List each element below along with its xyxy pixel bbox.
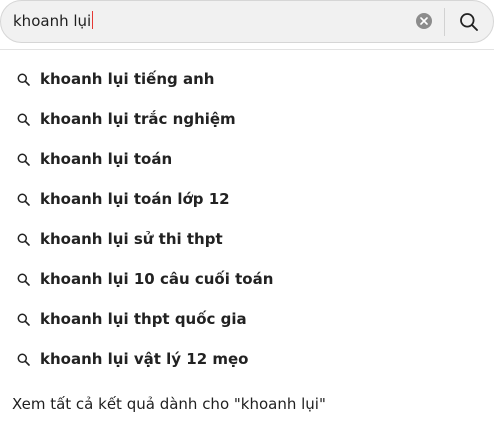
search-icon	[16, 192, 30, 206]
suggestion-item[interactable]: khoanh lụi toán lớp 12	[0, 179, 494, 219]
search-icon	[460, 13, 478, 31]
suggestion-item[interactable]: khoanh lụi sử thi thpt	[0, 219, 494, 259]
see-all-results-link[interactable]: Xem tất cả kết quả dành cho "khoanh lụi"	[12, 395, 326, 413]
search-input[interactable]: khoanh lụi	[13, 10, 94, 32]
suggestion-label: khoanh lụi thpt quốc gia	[40, 310, 247, 328]
suggestion-label: khoanh lụi trắc nghiệm	[40, 110, 236, 128]
search-icon	[16, 232, 30, 246]
suggestion-item[interactable]: khoanh lụi toán	[0, 139, 494, 179]
search-divider	[444, 8, 445, 36]
suggestion-item[interactable]: khoanh lụi trắc nghiệm	[0, 99, 494, 139]
search-icon	[16, 272, 30, 286]
suggestion-label: khoanh lụi toán	[40, 150, 173, 168]
search-bar: khoanh lụi	[0, 0, 494, 43]
dropdown-top-divider	[0, 49, 494, 50]
search-query-text: khoanh lụi	[13, 12, 92, 30]
suggestion-label: khoanh lụi sử thi thpt	[40, 230, 223, 248]
text-caret	[92, 11, 94, 29]
suggestion-list: khoanh lụi tiếng anh khoanh lụi trắc ngh…	[0, 59, 494, 379]
suggestion-label: khoanh lụi 10 câu cuối toán	[40, 270, 274, 288]
clear-button[interactable]	[416, 13, 432, 29]
suggestion-label: khoanh lụi toán lớp 12	[40, 190, 230, 208]
suggestion-item[interactable]: khoanh lụi thpt quốc gia	[0, 299, 494, 339]
search-icon	[16, 352, 30, 366]
search-icon	[16, 112, 30, 126]
suggestion-label: khoanh lụi vật lý 12 mẹo	[40, 350, 249, 368]
search-icon	[16, 312, 30, 326]
suggestion-item[interactable]: khoanh lụi vật lý 12 mẹo	[0, 339, 494, 379]
search-icon	[16, 152, 30, 166]
suggestion-item[interactable]: khoanh lụi tiếng anh	[0, 59, 494, 99]
suggestion-label: khoanh lụi tiếng anh	[40, 70, 215, 88]
suggestion-item[interactable]: khoanh lụi 10 câu cuối toán	[0, 259, 494, 299]
close-icon	[420, 17, 428, 25]
search-icon	[16, 72, 30, 86]
search-button[interactable]	[453, 8, 485, 36]
